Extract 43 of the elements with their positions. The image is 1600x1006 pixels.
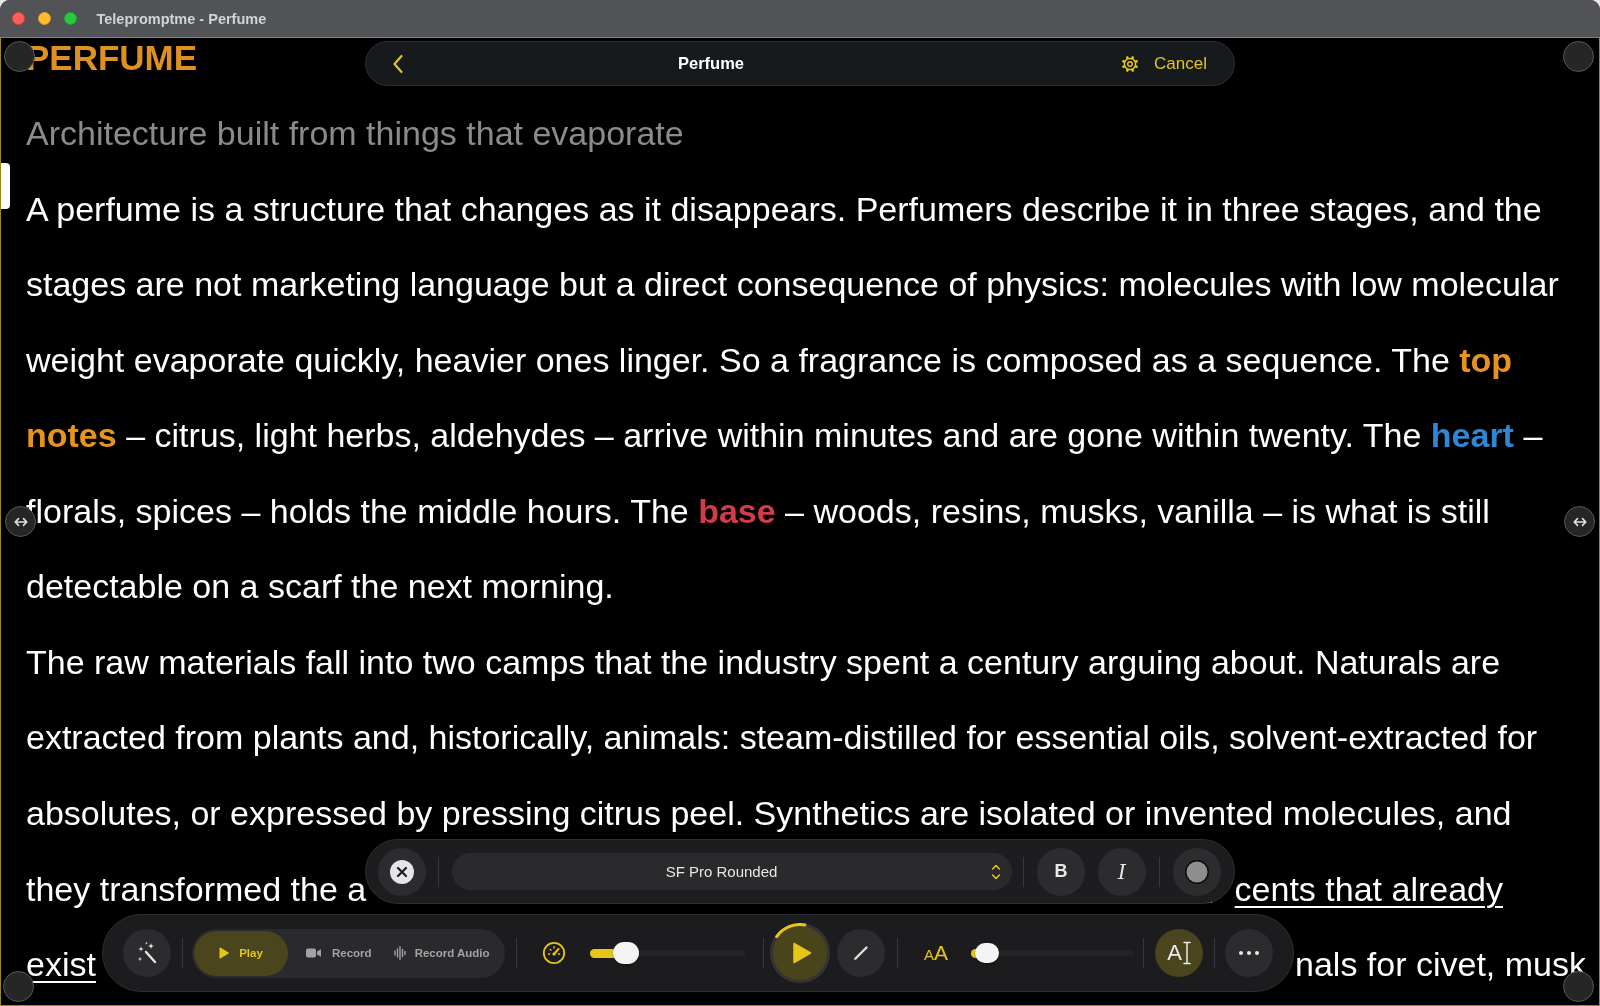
text-color-button[interactable] [1173,847,1221,896]
text-cursor-icon [1182,941,1191,965]
pencil-icon [851,943,871,963]
position-marker [1,163,10,209]
more-button[interactable] [1225,929,1274,977]
settings-icon [1120,53,1141,74]
chevron-up-down-icon [991,862,1001,881]
slider-thumb[interactable] [975,943,1000,963]
magic-button[interactable] [123,929,171,977]
underlined-text: cents that already [1234,869,1503,908]
window-zoom-button[interactable] [63,12,77,25]
italic-button[interactable]: I [1098,847,1146,896]
cancel-button[interactable]: Cancel [1154,53,1207,74]
settings-button[interactable] [1120,53,1141,74]
slider-thumb[interactable] [612,942,639,964]
waveform-icon [393,946,406,960]
video-camera-icon [306,948,321,958]
play-icon [219,947,230,959]
double-arrow-icon [13,516,28,527]
text-fragment: nals for civet, musk [1295,945,1586,984]
close-button[interactable] [378,847,426,896]
chevron-left-icon [392,53,404,74]
mode-tab[interactable]: Record Audio [381,930,498,976]
mode-tab[interactable]: Record [288,930,382,976]
text-size-label: AA [924,941,949,965]
window-close-button[interactable] [11,12,25,25]
speedometer-icon [542,941,566,965]
window-title: Telepromptme - Perfume [96,10,267,27]
nav-title: Perfume [678,54,745,73]
underlined-text: exist [26,945,96,984]
document-title: PERFUME [26,40,199,76]
progress-arc-icon [775,923,807,938]
mode-tab[interactable]: Play [194,930,288,976]
double-arrow-icon [1572,516,1587,527]
text-insert-button[interactable]: A [1155,929,1204,977]
bold-button[interactable]: B [1037,847,1085,896]
window-minimize-button[interactable] [37,12,51,25]
text-fragment: they transformed the a [26,869,367,908]
subtitle: Architecture built from things that evaporate [26,113,684,154]
play-icon [792,942,812,964]
more-icon [1239,951,1260,955]
close-icon [390,859,414,884]
font-picker[interactable]: SF Pro Rounded [452,853,1012,890]
